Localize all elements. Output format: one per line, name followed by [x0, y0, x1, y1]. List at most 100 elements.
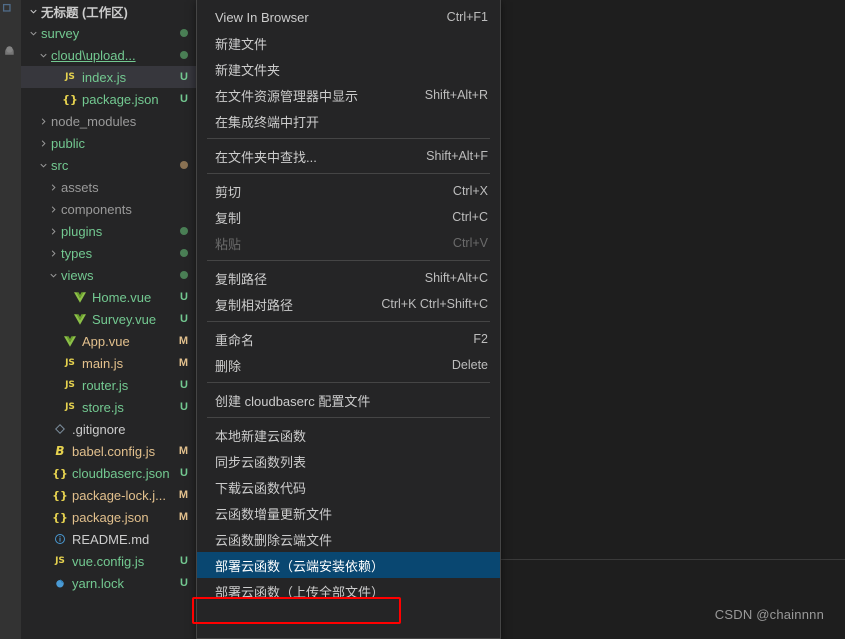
menu-item[interactable]: 部署云函数（上传全部文件） — [197, 578, 500, 604]
folder-status-dot — [180, 271, 188, 279]
tree-row[interactable]: cloud\upload... — [21, 44, 196, 66]
menu-item[interactable]: 复制路径 Shift+Alt+C — [197, 265, 500, 291]
tree-row[interactable]: Home.vue U — [21, 286, 196, 308]
menu-item-label: 下载云函数代码 — [215, 480, 307, 496]
tree-row[interactable]: {} package-lock.j... M — [21, 484, 196, 506]
tree-row[interactable]: App.vue M — [21, 330, 196, 352]
tree-row-label: package.json — [72, 509, 149, 525]
menu-separator — [207, 173, 490, 174]
vue-file-icon — [61, 335, 79, 347]
tree-row[interactable]: JS store.js U — [21, 396, 196, 418]
tree-row[interactable]: Survey.vue U — [21, 308, 196, 330]
vue-file-icon — [71, 313, 89, 325]
git-status-badge: U — [180, 401, 188, 413]
tree-row-label: Survey.vue — [92, 311, 157, 327]
tree-row[interactable]: types — [21, 242, 196, 264]
tree-row-label: index.js — [82, 69, 127, 85]
tree-row-label: package-lock.j... — [72, 487, 166, 503]
source-control-icon[interactable] — [2, 42, 19, 59]
git-status-badge: M — [178, 335, 188, 347]
tree-row[interactable]: {} package.json U — [21, 88, 196, 110]
tree-row[interactable]: JS main.js M — [21, 352, 196, 374]
tree-row-label: src — [51, 157, 69, 173]
menu-item[interactable]: 部署云函数（云端安装依赖） — [197, 552, 500, 578]
menu-item[interactable]: 在文件资源管理器中显示 Shift+Alt+R — [197, 82, 500, 108]
gitignore-file-icon — [51, 423, 69, 435]
menu-item[interactable]: View In Browser Ctrl+F1 — [197, 4, 500, 30]
tree-row[interactable]: yarn.lock U — [21, 572, 196, 594]
js-file-icon: JS — [65, 358, 75, 368]
workspace-root-row[interactable]: 无标题 (工作区) — [21, 0, 196, 22]
explorer-sidebar: 无标题 (工作区) survey cloud\upload... JS index.j… — [21, 0, 196, 639]
menu-item[interactable]: 本地新建云函数 — [197, 422, 500, 448]
menu-item[interactable]: 删除 Delete — [197, 352, 500, 378]
tree-row-label: Home.vue — [92, 289, 152, 305]
menu-item-label: 新建文件 — [215, 36, 268, 52]
folder-status-dot — [180, 51, 188, 59]
tree-row[interactable]: {} cloudbaserc.json U — [21, 462, 196, 484]
menu-item-label: 粘贴 — [215, 236, 242, 252]
tree-row[interactable]: .gitignore — [21, 418, 196, 440]
tree-row[interactable]: README.md — [21, 528, 196, 550]
tree-row[interactable]: views — [21, 264, 196, 286]
menu-item[interactable]: 同步云函数列表 — [197, 448, 500, 474]
menu-item[interactable]: 云函数删除云端文件 — [197, 526, 500, 552]
menu-item[interactable]: 云函数增量更新文件 — [197, 500, 500, 526]
menu-item[interactable]: 复制相对路径 Ctrl+K Ctrl+Shift+C — [197, 291, 500, 317]
git-status-badge: U — [180, 291, 188, 303]
git-status-badge: M — [178, 511, 188, 523]
git-status-badge: U — [180, 555, 188, 567]
menu-item[interactable]: 下载云函数代码 — [197, 474, 500, 500]
menu-item[interactable]: 在文件夹中查找... Shift+Alt+F — [197, 143, 500, 169]
menu-item-label: 剪切 — [215, 184, 242, 200]
workspace-root-label: 无标题 (工作区) — [41, 5, 128, 20]
tree-row[interactable]: plugins — [21, 220, 196, 242]
menu-item[interactable]: 复制 Ctrl+C — [197, 204, 500, 230]
tree-row-label: yarn.lock — [72, 575, 125, 591]
tree-row[interactable]: JS router.js U — [21, 374, 196, 396]
tree-row[interactable]: public — [21, 132, 196, 154]
menu-item[interactable]: 剪切 Ctrl+X — [197, 178, 500, 204]
tree-row[interactable]: JS index.js U — [21, 66, 196, 88]
json-file-icon: {} — [62, 92, 78, 106]
git-status-badge: U — [180, 379, 188, 391]
tree-row[interactable]: survey — [21, 22, 196, 44]
menu-item-label: 云函数增量更新文件 — [215, 506, 333, 522]
tree-row[interactable]: Bbabel.config.js M — [21, 440, 196, 462]
markdown-file-icon — [51, 533, 69, 545]
json-file-icon: {} — [52, 488, 68, 502]
menu-item[interactable]: 新建文件夹 — [197, 56, 500, 82]
menu-item[interactable]: 创建 cloudbaserc 配置文件 — [197, 387, 500, 413]
tree-row[interactable]: JS vue.config.js U — [21, 550, 196, 572]
menu-item-shortcut: Ctrl+C — [452, 210, 488, 224]
chevron-down-icon — [47, 270, 60, 281]
babel-file-icon: B — [55, 444, 65, 458]
menu-item-shortcut: Delete — [451, 358, 488, 372]
menu-item[interactable]: 新建文件 — [197, 30, 500, 56]
tree-row[interactable]: {} package.json M — [21, 506, 196, 528]
menu-item-shortcut: Ctrl+V — [452, 236, 488, 250]
folder-status-dot — [180, 249, 188, 257]
git-status-badge: M — [178, 445, 188, 457]
git-status-badge: M — [178, 489, 188, 501]
tree-row[interactable]: node_modules — [21, 110, 196, 132]
menu-item[interactable]: 重命名 F2 — [197, 326, 500, 352]
context-menu: View In Browser Ctrl+F1 新建文件新建文件夹 在文件资源管理器中… — [196, 0, 501, 639]
menu-item-shortcut: Shift+Alt+F — [426, 149, 488, 163]
chevron-right-icon — [47, 226, 60, 237]
tree-row-label: .gitignore — [72, 421, 126, 437]
tree-row-label: cloudbaserc.json — [72, 465, 170, 481]
json-file-icon: {} — [52, 466, 68, 480]
chevron-right-icon — [47, 182, 60, 193]
git-status-badge: U — [180, 577, 188, 589]
search-icon[interactable] — [2, 3, 19, 20]
tree-row-label: survey — [41, 25, 80, 41]
tree-row[interactable]: src — [21, 154, 196, 176]
js-file-icon: JS — [65, 380, 75, 390]
json-file-icon: {} — [52, 510, 68, 524]
activity-bar — [0, 0, 21, 639]
tree-row-label: router.js — [82, 377, 129, 393]
menu-item[interactable]: 在集成终端中打开 — [197, 108, 500, 134]
tree-row[interactable]: assets — [21, 176, 196, 198]
tree-row[interactable]: components — [21, 198, 196, 220]
